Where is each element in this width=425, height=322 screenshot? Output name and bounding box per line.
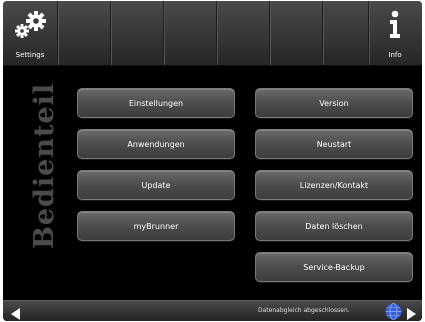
service-backup-button[interactable]: Service-Backup (255, 252, 413, 282)
update-button[interactable]: Update (77, 170, 235, 200)
mybrunner-button[interactable]: myBrunner (77, 211, 235, 241)
einstellungen-button[interactable]: Einstellungen (77, 88, 235, 118)
top-bar-segment (269, 1, 323, 65)
main-panel: Bedienteil Einstellungen Anwendungen Upd… (3, 66, 422, 299)
globe-icon[interactable] (385, 303, 402, 321)
arrow-left-icon[interactable] (11, 305, 21, 321)
info-icon (387, 10, 403, 44)
top-bar-segment (57, 1, 111, 65)
top-bar-segment (216, 1, 270, 65)
settings-button[interactable]: Settings (3, 1, 57, 65)
top-bar: Settings Info (3, 1, 422, 66)
app-window: Settings Info Bedienteil Einstellungen A… (3, 1, 422, 321)
anwendungen-button[interactable]: Anwendungen (77, 129, 235, 159)
info-button[interactable]: Info (368, 1, 422, 65)
top-bar-segment (110, 1, 164, 65)
info-label: Info (388, 51, 402, 59)
device-title: Bedienteil (29, 82, 60, 249)
neustart-button[interactable]: Neustart (255, 129, 413, 159)
arrow-right-icon[interactable] (406, 305, 416, 321)
top-bar-segment (163, 1, 217, 65)
settings-label: Settings (15, 51, 45, 59)
top-bar-segment (322, 1, 369, 65)
lizenzen-kontakt-button[interactable]: Lizenzen/Kontakt (255, 170, 413, 200)
version-button[interactable]: Version (255, 88, 413, 118)
daten-loeschen-button[interactable]: Daten löschen (255, 211, 413, 241)
status-text: Datenabgleich abgeschlossen. (258, 307, 350, 314)
bottom-bar: Datenabgleich abgeschlossen. (3, 300, 422, 321)
gears-icon (12, 10, 48, 44)
